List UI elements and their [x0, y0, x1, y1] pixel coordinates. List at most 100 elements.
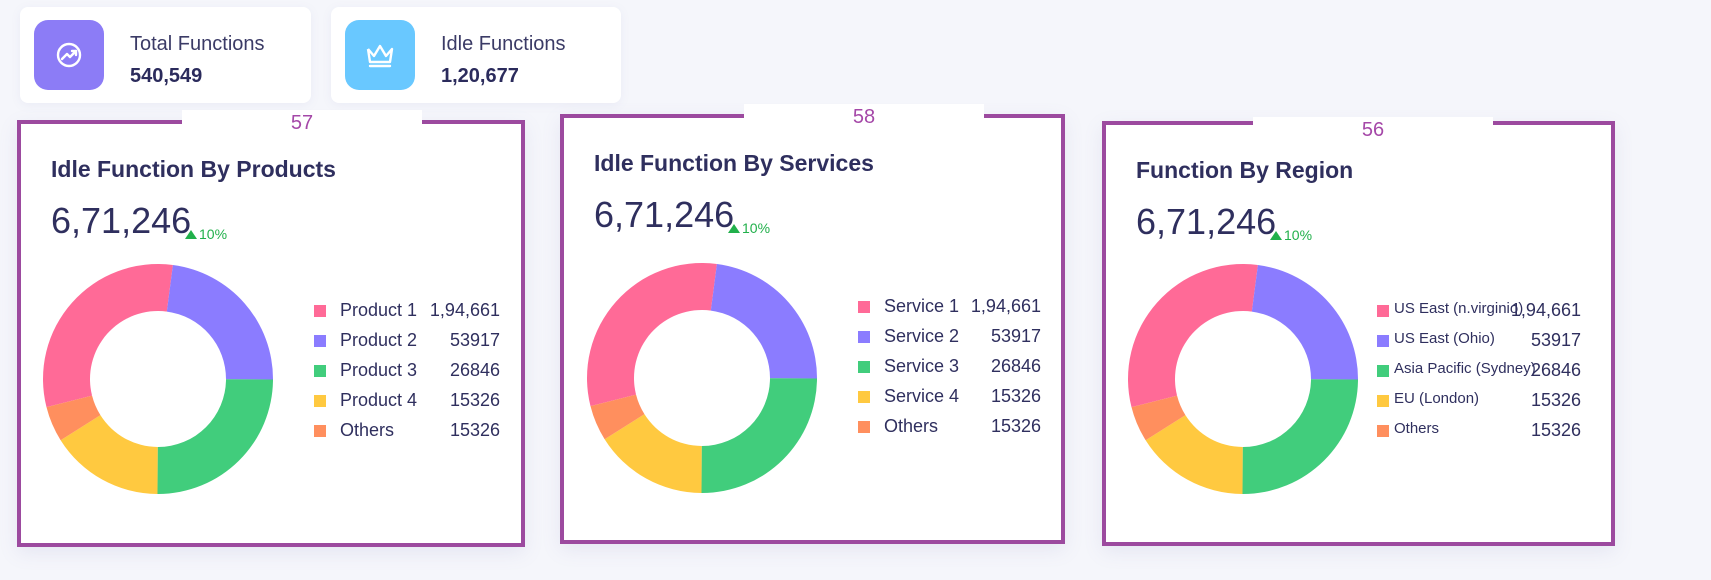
legend-value: 26846	[449, 360, 500, 380]
legend-swatch	[314, 395, 326, 407]
legend-swatch	[314, 425, 326, 437]
legend-swatch	[1377, 335, 1389, 347]
legend-label: US East (n.virginio)	[1394, 300, 1524, 317]
idle-function-by-services-panel: Idle Function By Services 6,71,246 10% S…	[560, 114, 1065, 544]
legend-value: 26846	[990, 356, 1041, 376]
legend-swatch	[858, 301, 870, 313]
panel-tab-58[interactable]: 58	[744, 104, 984, 128]
donut-slice-3[interactable]	[157, 379, 273, 494]
legend-value: 53917	[990, 326, 1041, 346]
legend-label: US East (Ohio)	[1394, 330, 1495, 347]
panel-tab-56[interactable]: 56	[1253, 117, 1493, 141]
donut-slice-3[interactable]	[701, 378, 817, 493]
legend-label: Others	[340, 420, 395, 440]
trend-value: 10%	[199, 226, 228, 242]
legend-value: 26846	[1530, 360, 1581, 380]
trend-value: 10%	[1284, 227, 1313, 243]
legend-swatch	[858, 421, 870, 433]
donut-slice-1[interactable]	[587, 263, 717, 407]
donut-chart[interactable]	[586, 262, 818, 494]
function-by-region-panel: Function By Region 6,71,246 10% US East …	[1102, 121, 1615, 546]
legend-label: Service 4	[884, 386, 960, 406]
legend-item[interactable]: Product 2 53917	[314, 330, 500, 350]
total-functions-card[interactable]: Total Functions 540,549	[20, 7, 311, 103]
legend-value: 53917	[1530, 330, 1581, 350]
panel-title: Idle Function By Products	[51, 156, 336, 182]
legend-item[interactable]: Others 15326	[858, 416, 1041, 436]
legend-value: 53917	[449, 330, 500, 350]
trending-icon	[34, 20, 104, 90]
legend-label: Product 1	[340, 300, 418, 320]
legend-item[interactable]: US East (n.virginio) 1,94,661	[1377, 300, 1581, 320]
legend-label: Service 1	[884, 296, 960, 316]
donut-slice-1[interactable]	[43, 264, 173, 408]
idle-functions-card[interactable]: Idle Functions 1,20,677	[331, 7, 621, 103]
crown-icon	[345, 20, 415, 90]
panel-tab-57[interactable]: 57	[182, 110, 422, 134]
donut-slice-3[interactable]	[1242, 379, 1358, 494]
donut-slice-2[interactable]	[1251, 264, 1358, 380]
legend-value: 1,94,661	[970, 296, 1041, 316]
trend-badge: 10%	[728, 220, 770, 236]
legend-label: EU (London)	[1394, 390, 1480, 407]
legend-swatch	[858, 331, 870, 343]
stat-label: Idle Functions	[441, 33, 566, 55]
legend-item[interactable]: US East (Ohio) 53917	[1377, 330, 1581, 350]
legend-value: 15326	[990, 416, 1041, 436]
panel-title: Idle Function By Services	[594, 150, 874, 176]
legend-label: Product 4	[340, 390, 418, 410]
legend-swatch	[1377, 395, 1389, 407]
legend-swatch	[1377, 365, 1389, 377]
legend-item[interactable]: Service 2 53917	[858, 326, 1041, 346]
legend-value: 15326	[449, 420, 500, 440]
legend-swatch	[1377, 305, 1389, 317]
legend-item[interactable]: Others 15326	[1377, 420, 1581, 440]
trend-badge: 10%	[1270, 227, 1312, 243]
legend-swatch	[314, 335, 326, 347]
legend-value: 15326	[449, 390, 500, 410]
trend-up-icon	[185, 229, 197, 239]
legend-swatch	[314, 365, 326, 377]
legend-item[interactable]: EU (London) 15326	[1377, 390, 1581, 410]
donut-chart[interactable]	[42, 263, 274, 495]
legend-swatch	[858, 361, 870, 373]
legend-item[interactable]: Product 1 1,94,661	[314, 300, 500, 320]
legend-item[interactable]: Product 3 26846	[314, 360, 500, 380]
legend-label: Others	[884, 416, 939, 436]
legend-label: Service 3	[884, 356, 960, 376]
legend-label: Asia Pacific (Sydney)	[1394, 360, 1536, 377]
legend-item[interactable]: Product 4 15326	[314, 390, 500, 410]
legend-label: Product 2	[340, 330, 418, 350]
legend-label: Product 3	[340, 360, 418, 380]
stat-label: Total Functions	[130, 33, 265, 55]
panel-title: Function By Region	[1136, 157, 1354, 183]
legend-value: 15326	[1530, 420, 1581, 440]
donut-slice-2[interactable]	[710, 263, 817, 379]
stat-value: 1,20,677	[441, 65, 519, 87]
legend-value: 15326	[1530, 390, 1581, 410]
donut-slice-2[interactable]	[166, 264, 273, 380]
panel-total: 6,71,246	[51, 200, 192, 241]
legend-item[interactable]: Others 15326	[314, 420, 500, 440]
legend-value: 15326	[990, 386, 1041, 406]
idle-function-by-products-panel: Idle Function By Products 6,71,246 10% P…	[17, 120, 525, 547]
legend-item[interactable]: Service 4 15326	[858, 386, 1041, 406]
legend-value: 1,94,661	[1510, 300, 1581, 320]
trend-badge: 10%	[185, 226, 227, 242]
legend-label: Service 2	[884, 326, 960, 346]
legend-swatch	[858, 391, 870, 403]
legend-item[interactable]: Service 1 1,94,661	[858, 296, 1041, 316]
stat-value: 540,549	[130, 65, 203, 87]
trend-up-icon	[1270, 230, 1282, 240]
legend-swatch	[1377, 425, 1389, 437]
trend-value: 10%	[742, 220, 771, 236]
donut-chart[interactable]	[1127, 263, 1359, 495]
legend-label: Others	[1394, 420, 1440, 437]
panel-total: 6,71,246	[594, 194, 735, 235]
legend-item[interactable]: Service 3 26846	[858, 356, 1041, 376]
legend-swatch	[314, 305, 326, 317]
panel-total: 6,71,246	[1136, 201, 1277, 242]
donut-slice-1[interactable]	[1128, 264, 1258, 408]
legend-item[interactable]: Asia Pacific (Sydney) 26846	[1377, 360, 1581, 380]
legend-value: 1,94,661	[429, 300, 500, 320]
